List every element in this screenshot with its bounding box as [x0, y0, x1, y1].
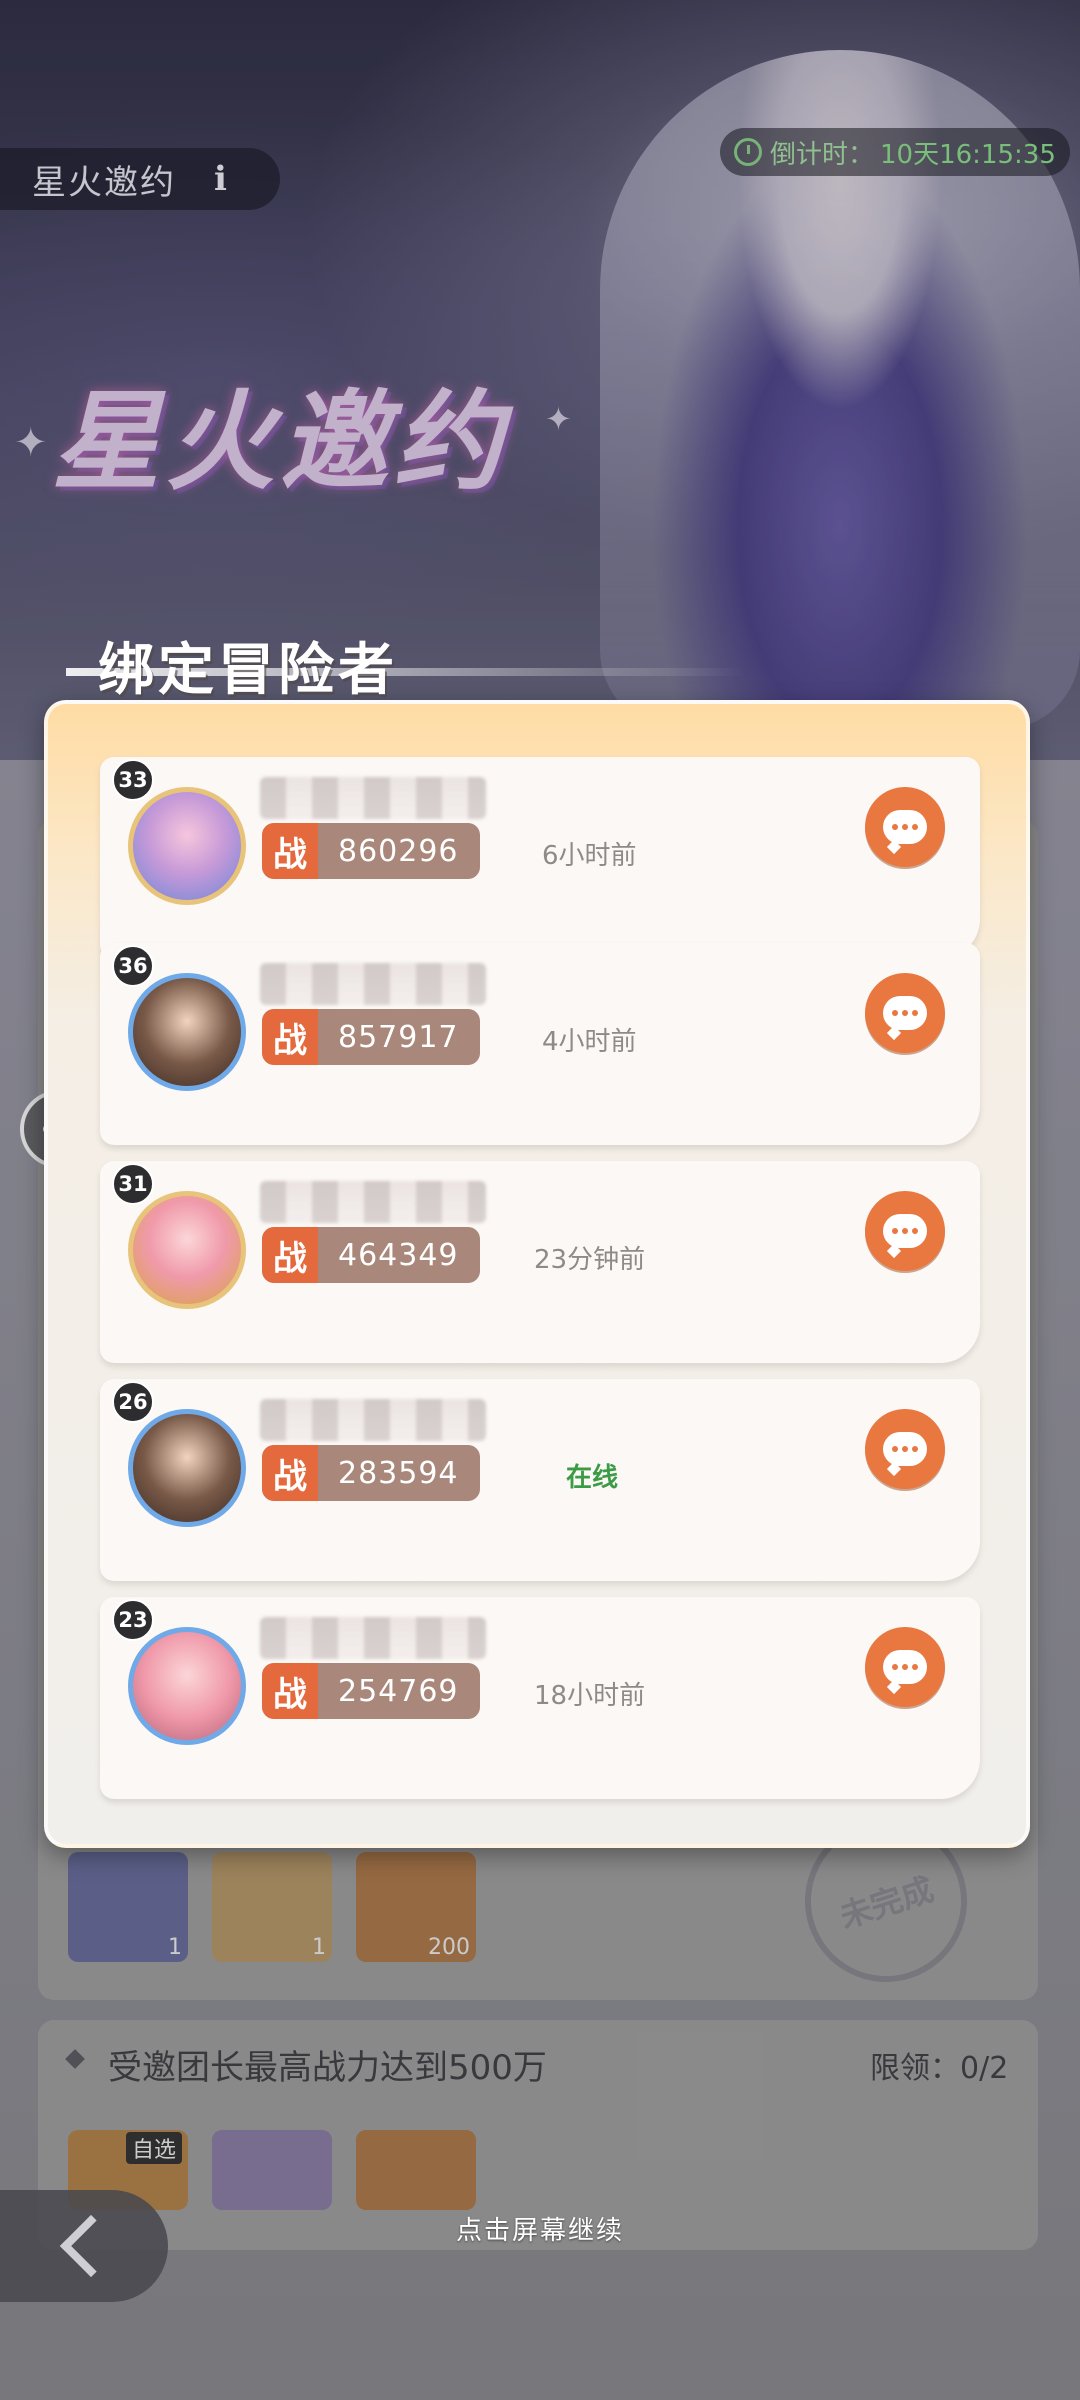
chat-button[interactable] [865, 973, 945, 1053]
chat-button[interactable] [865, 787, 945, 867]
online-status: 在线 [566, 1463, 619, 1493]
chat-bubble-icon [883, 1650, 927, 1684]
player-avatar[interactable] [128, 973, 246, 1091]
player-row: 31 战 464349 23分钟前 [100, 1161, 980, 1363]
player-row: 33 战 860296 6小时前 [100, 757, 980, 959]
level-badge: 33 [112, 759, 154, 801]
player-avatar[interactable] [128, 787, 246, 905]
chat-bubble-icon [883, 810, 927, 844]
chat-button[interactable] [865, 1627, 945, 1707]
combat-power: 战 283594 [262, 1445, 480, 1501]
player-name-blurred [260, 1617, 486, 1659]
combat-power: 战 857917 [262, 1009, 480, 1065]
chat-bubble-icon [883, 1214, 927, 1248]
player-name-blurred [260, 1399, 486, 1441]
level-badge: 26 [112, 1381, 154, 1423]
combat-power-tag: 战 [262, 1227, 318, 1283]
combat-power: 战 464349 [262, 1227, 480, 1283]
chat-bubble-icon [883, 1432, 927, 1466]
combat-power-value: 860296 [338, 833, 459, 869]
player-row: 36 战 857917 4小时前 [100, 943, 980, 1145]
combat-power-tag: 战 [262, 1663, 318, 1719]
combat-power-tag: 战 [262, 1445, 318, 1501]
combat-power-tag: 战 [262, 823, 318, 879]
chat-button[interactable] [865, 1409, 945, 1489]
combat-power-value: 464349 [338, 1237, 459, 1273]
combat-power-value: 283594 [338, 1455, 459, 1491]
player-name-blurred [260, 963, 486, 1005]
player-row: 26 战 283594 在线 [100, 1379, 980, 1581]
player-avatar[interactable] [128, 1191, 246, 1309]
player-name-blurred [260, 777, 486, 819]
player-avatar[interactable] [128, 1409, 246, 1527]
player-name-blurred [260, 1181, 486, 1223]
last-online-status: 23分钟前 [534, 1245, 646, 1275]
combat-power-value: 857917 [338, 1019, 459, 1055]
level-badge: 23 [112, 1599, 154, 1641]
last-online-status: 6小时前 [542, 841, 637, 871]
player-row: 23 战 254769 18小时前 [100, 1597, 980, 1799]
combat-power-tag: 战 [262, 1009, 318, 1065]
level-badge: 31 [112, 1163, 154, 1205]
combat-power: 战 254769 [262, 1663, 480, 1719]
chat-button[interactable] [865, 1191, 945, 1271]
chat-bubble-icon [883, 996, 927, 1030]
last-online-status: 4小时前 [542, 1027, 637, 1057]
last-online-status: 18小时前 [534, 1681, 646, 1711]
modal-title: 绑定冒险者 [98, 638, 398, 703]
tap-to-continue-hint[interactable]: 点击屏幕继续 [0, 2210, 1080, 2247]
combat-power-value: 254769 [338, 1673, 459, 1709]
level-badge: 36 [112, 945, 154, 987]
combat-power: 战 860296 [262, 823, 480, 879]
player-avatar[interactable] [128, 1627, 246, 1745]
